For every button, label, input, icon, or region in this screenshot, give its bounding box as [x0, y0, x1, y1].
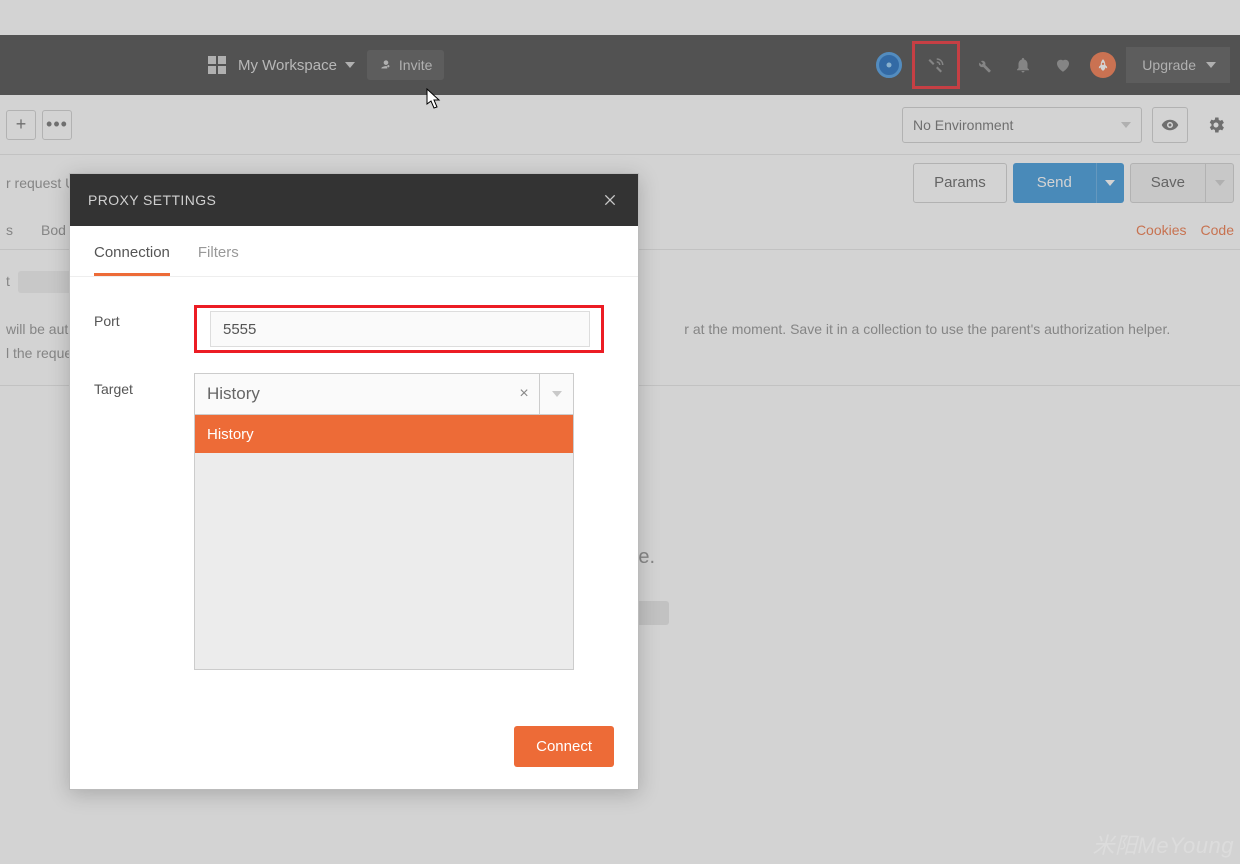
more-options-button[interactable]: •••: [42, 110, 72, 140]
tab-body-fragment[interactable]: Bod: [41, 222, 66, 238]
invite-label: Invite: [399, 57, 432, 73]
chevron-down-icon: [1121, 122, 1131, 128]
invite-user-icon: [379, 58, 393, 72]
tab-filters[interactable]: Filters: [198, 244, 239, 276]
target-option-history[interactable]: History: [195, 415, 573, 453]
eye-icon: [1161, 116, 1179, 134]
target-label: Target: [94, 373, 194, 397]
chevron-down-icon: [1206, 62, 1216, 68]
close-icon: [602, 192, 618, 208]
url-placeholder-fragment: r request U: [6, 175, 75, 191]
invite-button[interactable]: Invite: [367, 50, 444, 80]
workspace-dropdown[interactable]: My Workspace: [238, 57, 355, 74]
port-highlight: [194, 305, 604, 353]
code-link[interactable]: Code: [1201, 222, 1234, 238]
params-button[interactable]: Params: [913, 163, 1007, 203]
save-dropdown-button[interactable]: [1206, 163, 1234, 203]
toolbar: + ••• No Environment: [0, 95, 1240, 155]
chevron-down-icon: [1105, 180, 1115, 186]
wrench-icon[interactable]: [966, 48, 1000, 82]
tab-connection[interactable]: Connection: [94, 244, 170, 276]
upgrade-label: Upgrade: [1142, 57, 1196, 73]
connect-button[interactable]: Connect: [514, 726, 614, 767]
environment-value: No Environment: [913, 117, 1013, 133]
target-select[interactable]: History ×: [194, 373, 574, 415]
app-header: My Workspace Invite Upgrade: [0, 35, 1240, 95]
chevron-down-icon: [552, 391, 562, 397]
proxy-satellite-icon[interactable]: [912, 41, 960, 89]
modal-title: PROXY SETTINGS: [88, 192, 216, 208]
modal-close-button[interactable]: [600, 190, 620, 210]
port-label: Port: [94, 305, 194, 329]
send-dropdown-button[interactable]: [1096, 163, 1124, 203]
modal-tabs: Connection Filters: [70, 226, 638, 277]
watermark-text: 米阳MeYoung: [1093, 828, 1234, 860]
target-selected-value: History: [195, 384, 509, 404]
new-tab-button[interactable]: +: [6, 110, 36, 140]
upgrade-button[interactable]: Upgrade: [1126, 47, 1230, 83]
notifications-bell-icon[interactable]: [1006, 48, 1040, 82]
workspace-name: My Workspace: [238, 57, 337, 74]
target-dropdown-toggle[interactable]: [539, 374, 573, 414]
environment-select[interactable]: No Environment: [902, 107, 1142, 143]
target-options-list: History: [194, 415, 574, 670]
port-input[interactable]: [210, 311, 590, 347]
chevron-down-icon: [345, 62, 355, 68]
chevron-down-icon: [1215, 180, 1225, 186]
target-clear-button[interactable]: ×: [509, 385, 539, 403]
tab-fragment[interactable]: s: [6, 222, 13, 238]
modal-header: PROXY SETTINGS: [70, 174, 638, 226]
save-button[interactable]: Save: [1130, 163, 1206, 203]
send-button[interactable]: Send: [1013, 163, 1096, 203]
cookies-link[interactable]: Cookies: [1136, 222, 1187, 238]
gear-icon: [1206, 115, 1226, 135]
apps-grid-icon[interactable]: [208, 56, 226, 74]
environment-quick-look-button[interactable]: [1152, 107, 1188, 143]
settings-button[interactable]: [1198, 107, 1234, 143]
proxy-settings-modal: PROXY SETTINGS Connection Filters Port T…: [69, 173, 639, 790]
sync-icon[interactable]: [872, 48, 906, 82]
rocket-launch-icon[interactable]: [1086, 48, 1120, 82]
heart-icon[interactable]: [1046, 48, 1080, 82]
